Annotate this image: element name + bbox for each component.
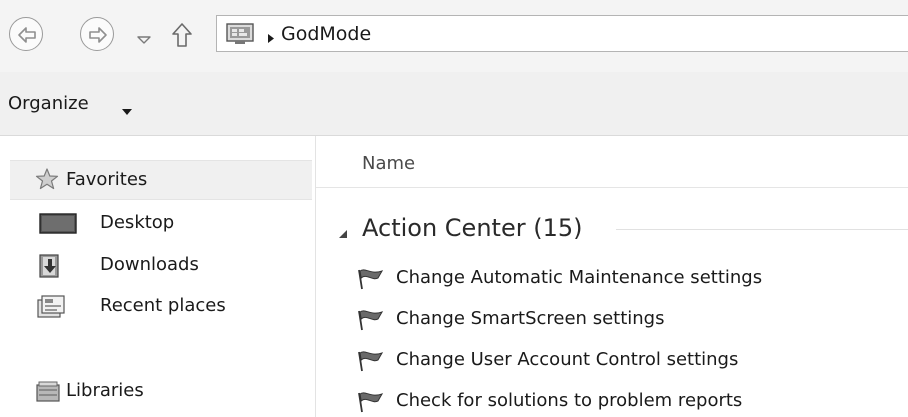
group-header-action-center[interactable]: Action Center (15) [316,211,908,247]
content-pane: Name Action Center (15) Change Automatic… [316,136,908,417]
forward-arrow-icon [89,27,107,43]
desktop-icon [32,211,90,241]
downloads-icon [35,253,67,283]
name-column-header[interactable]: Name [362,153,415,175]
task-label: Change SmartScreen settings [396,308,665,329]
list-item[interactable]: Check for solutions to problem reports [356,386,896,417]
group-divider [616,229,908,230]
sidebar-item-desktop[interactable]: Desktop [10,206,310,240]
sidebar-item-favorites[interactable]: Favorites [10,160,312,200]
organize-dropdown-icon[interactable] [121,101,133,120]
flag-icon [356,309,386,335]
collapse-triangle-icon[interactable] [338,224,348,243]
sidebar-item-downloads[interactable]: Downloads [10,248,310,282]
sidebar-item-label: Libraries [66,380,144,401]
explorer-window: GodMode Organize Favorites Desktop Downl… [0,0,908,417]
column-header: Name [316,136,908,188]
sidebar-item-label: Favorites [66,169,148,190]
command-bar: Organize [0,72,908,136]
star-icon [35,168,59,194]
organize-button[interactable]: Organize [8,93,89,115]
forward-button[interactable] [80,17,114,51]
flag-icon [356,268,386,294]
breadcrumb-arrow-icon[interactable] [267,29,275,48]
task-label: Change Automatic Maintenance settings [396,267,763,288]
sidebar-item-recent-places[interactable]: Recent places [10,289,310,323]
task-label: Change User Account Control settings [396,349,739,370]
recent-locations-button[interactable] [136,30,152,49]
sidebar-item-libraries[interactable]: Libraries [10,374,310,408]
up-button[interactable] [171,22,193,52]
list-item[interactable]: Change User Account Control settings [356,345,896,377]
navigation-pane: Favorites Desktop Downloads Recent place… [0,136,316,417]
list-item[interactable]: Change SmartScreen settings [356,304,896,336]
sidebar-item-label: Recent places [100,295,226,316]
flag-icon [356,391,386,417]
up-arrow-icon [172,23,192,47]
back-button[interactable] [9,17,43,51]
back-arrow-icon [18,27,36,43]
chevron-down-icon [137,36,151,44]
task-label: Check for solutions to problem reports [396,390,743,411]
address-row: GodMode [0,0,908,72]
list-item[interactable]: Change Automatic Maintenance settings [356,263,896,295]
group-title: Action Center (15) [362,214,583,242]
sidebar-item-label: Desktop [100,212,175,233]
address-bar[interactable]: GodMode [216,15,908,52]
libraries-icon [35,379,61,407]
recent-places-icon [35,294,67,324]
breadcrumb-location[interactable]: GodMode [281,22,371,46]
flag-icon [356,350,386,376]
control-panel-icon [226,23,254,49]
sidebar-item-label: Downloads [100,254,199,275]
